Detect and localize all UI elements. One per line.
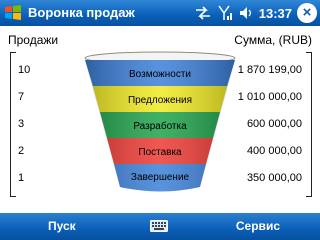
- stage-label: Предложения: [127, 95, 193, 106]
- sales-funnel: [84, 51, 236, 192]
- service-softkey[interactable]: Сервис: [236, 219, 280, 233]
- stage-label: Завершение: [130, 172, 190, 183]
- stage-label: Возможности: [129, 69, 191, 80]
- keyboard-icon[interactable]: [150, 220, 168, 232]
- stage-label: Разработка: [133, 121, 187, 132]
- start-softkey[interactable]: Пуск: [48, 219, 76, 233]
- stage-label: Поставка: [138, 147, 182, 158]
- menu-bar: Пуск Сервис: [0, 213, 320, 240]
